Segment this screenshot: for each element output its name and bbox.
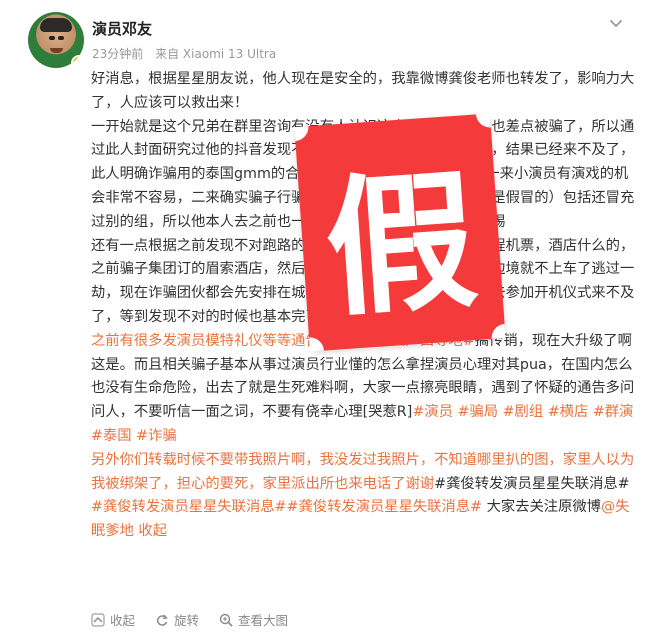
hashtag-link[interactable]: #演员 xyxy=(412,404,453,420)
post-source: 来自 Xiaomi 13 Ultra xyxy=(155,47,277,61)
fake-stamp: 假 xyxy=(294,113,506,352)
avatar-eye xyxy=(58,36,64,40)
image-toolbar: 收起 旋转 查看大图 xyxy=(91,610,288,629)
hashtag-link[interactable]: 收起 xyxy=(134,523,167,539)
post-text: 好消息，根据星星朋友说，他人现在是安全的，我靠微博龚俊老师也转发了，影响力大了，… xyxy=(91,71,635,111)
post-text: 大家去关注原微博 xyxy=(482,499,601,516)
hashtag-link[interactable]: #横店 xyxy=(548,404,589,420)
zoom-icon xyxy=(219,613,233,627)
author-name[interactable]: 演员邓友 xyxy=(92,18,152,39)
hashtag-link[interactable]: #泰国 xyxy=(91,428,132,444)
post-meta: 23分钟前 来自 Xiaomi 13 Ultra xyxy=(92,45,284,62)
view-large-button[interactable]: 查看大图 xyxy=(219,610,288,629)
avatar-mouth xyxy=(50,48,63,53)
view-large-label: 查看大图 xyxy=(238,613,289,628)
post-paragraph: 另外你们转载时候不要带我照片啊，我没发过我照片，不知道哪里扒的图，家里人以为我被… xyxy=(91,449,636,544)
hashtag-link[interactable]: #群演 xyxy=(593,404,634,420)
hashtag-link[interactable]: #骗局 xyxy=(457,404,498,420)
hashtag-link[interactable]: #剧组 xyxy=(503,404,544,420)
rotate-label: 旋转 xyxy=(174,613,200,628)
post-paragraph: 好消息，根据星星朋友说，他人现在是安全的，我靠微博龚俊老师也转发了，影响力大了，… xyxy=(91,68,636,116)
avatar-hair xyxy=(40,18,72,32)
avatar-eye xyxy=(49,36,55,40)
verified-badge-icon xyxy=(71,55,84,68)
rotate-button[interactable]: 旋转 xyxy=(155,610,199,629)
hashtag-link[interactable]: #诈骗 xyxy=(136,428,177,444)
collapse-label: 收起 xyxy=(110,613,136,628)
collapse-icon xyxy=(91,613,105,627)
avatar[interactable] xyxy=(28,12,84,68)
post-text: #龚俊转发演员星星失联消息# xyxy=(434,475,630,492)
collapse-button[interactable]: 收起 xyxy=(91,610,135,629)
rotate-icon xyxy=(155,613,169,627)
post-header: 演员邓友 23分钟前 来自 Xiaomi 13 Ultra xyxy=(28,12,638,72)
chevron-down-icon[interactable] xyxy=(606,14,626,34)
fake-stamp-char: 假 xyxy=(320,153,482,338)
hashtag-link[interactable]: #龚俊转发演员星星失联消息##龚俊转发演员星星失联消息# xyxy=(91,499,482,515)
post-time[interactable]: 23分钟前 xyxy=(92,47,143,61)
